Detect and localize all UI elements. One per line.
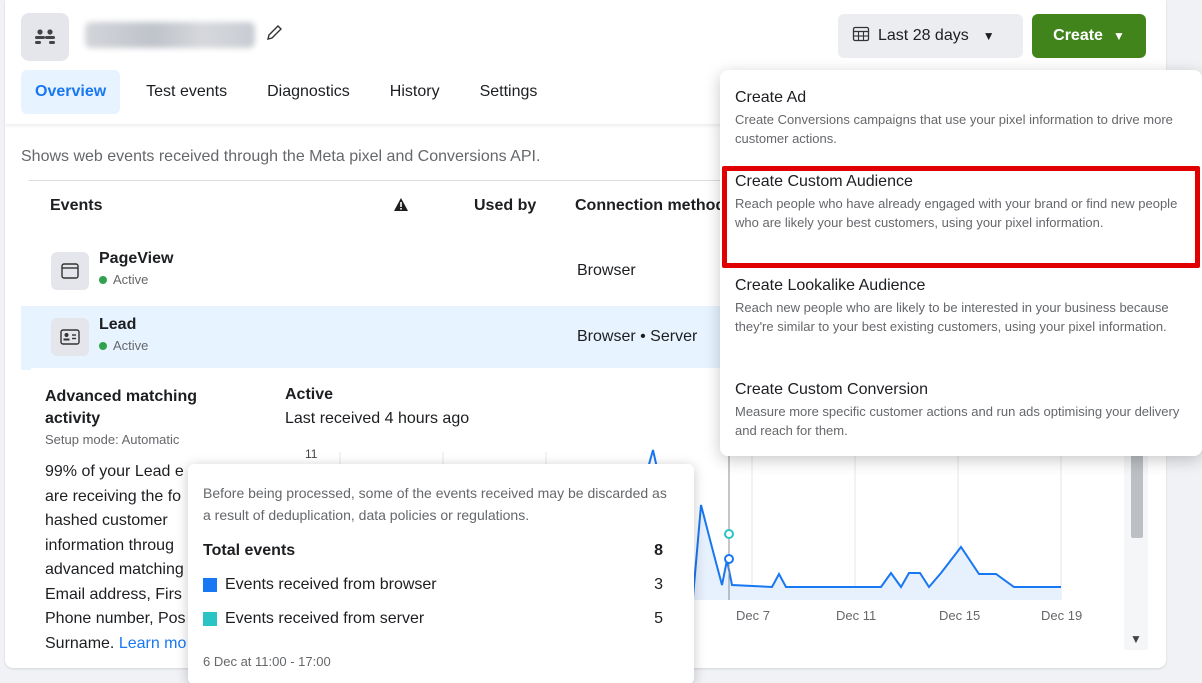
menu-item-description: Measure more specific customer actions a… xyxy=(735,404,1180,438)
date-range-label: Last 28 days xyxy=(878,27,969,44)
create-button-label: Create xyxy=(1053,27,1103,44)
tooltip-server-row: Events received from server 5 xyxy=(203,610,673,628)
tab-diagnostics[interactable]: Diagnostics xyxy=(253,70,364,114)
tab-history[interactable]: History xyxy=(376,70,454,114)
create-button[interactable]: Create ▼ xyxy=(1032,14,1146,58)
chart-tooltip: Before being processed, some of the even… xyxy=(188,464,694,683)
series-area xyxy=(691,505,1061,620)
highlight-box xyxy=(722,166,1200,268)
browser-value: 3 xyxy=(654,576,663,593)
menu-item-title: Create Ad xyxy=(735,89,807,106)
caret-down-icon: ▼ xyxy=(1112,29,1125,43)
tab-settings[interactable]: Settings xyxy=(466,70,552,114)
date-range-button[interactable]: Last 28 days ▼ xyxy=(838,14,1023,58)
total-label: Total events xyxy=(203,542,296,559)
tooltip-note: Before being processed, some of the even… xyxy=(203,485,667,523)
menu-item-create-ad[interactable]: Create Ad Create Conversions campaigns t… xyxy=(735,88,1190,148)
pixel-people-icon xyxy=(21,13,69,61)
create-dropdown-menu: Create Ad Create Conversions campaigns t… xyxy=(720,70,1202,456)
menu-item-title: Create Custom Conversion xyxy=(735,381,928,398)
browser-swatch xyxy=(203,578,217,592)
menu-item-title: Create Lookalike Audience xyxy=(735,277,926,294)
calendar-icon xyxy=(852,25,870,48)
scroll-down-arrow-icon[interactable]: ▼ xyxy=(1130,632,1142,646)
menu-item-description: Create Conversions campaigns that use yo… xyxy=(735,112,1173,146)
x-tick-label: Dec 19 xyxy=(1041,608,1082,623)
y-tick-label: 11 xyxy=(305,447,318,461)
server-series-point[interactable] xyxy=(724,529,734,539)
x-tick-label: Dec 7 xyxy=(736,608,770,623)
total-value: 8 xyxy=(654,542,663,559)
pixel-name-blurred xyxy=(85,22,255,48)
menu-item-create-custom-conversion[interactable]: Create Custom Conversion Measure more sp… xyxy=(735,380,1190,440)
menu-item-create-lookalike-audience[interactable]: Create Lookalike Audience Reach new peop… xyxy=(735,276,1190,336)
caret-down-icon: ▼ xyxy=(982,29,995,43)
browser-label: Events received from browser xyxy=(225,576,437,593)
server-label: Events received from server xyxy=(225,610,425,627)
tooltip-total-row: Total events 8 xyxy=(203,542,673,560)
x-tick-label: Dec 11 xyxy=(836,608,876,623)
server-value: 5 xyxy=(654,610,663,627)
x-tick-label: Dec 15 xyxy=(939,608,980,623)
tooltip-browser-row: Events received from browser 3 xyxy=(203,576,673,594)
browser-series-line xyxy=(690,504,1061,621)
tab-bar: Overview Test events Diagnostics History… xyxy=(21,70,563,114)
tab-overview[interactable]: Overview xyxy=(21,70,121,114)
browser-series-point[interactable] xyxy=(724,554,734,564)
server-swatch xyxy=(203,612,217,626)
menu-item-description: Reach new people who are likely to be in… xyxy=(735,300,1169,334)
tab-test-events[interactable]: Test events xyxy=(132,70,241,114)
edit-pencil-icon[interactable] xyxy=(261,20,287,46)
tooltip-time: 6 Dec at 11:00 - 17:00 xyxy=(203,654,331,669)
